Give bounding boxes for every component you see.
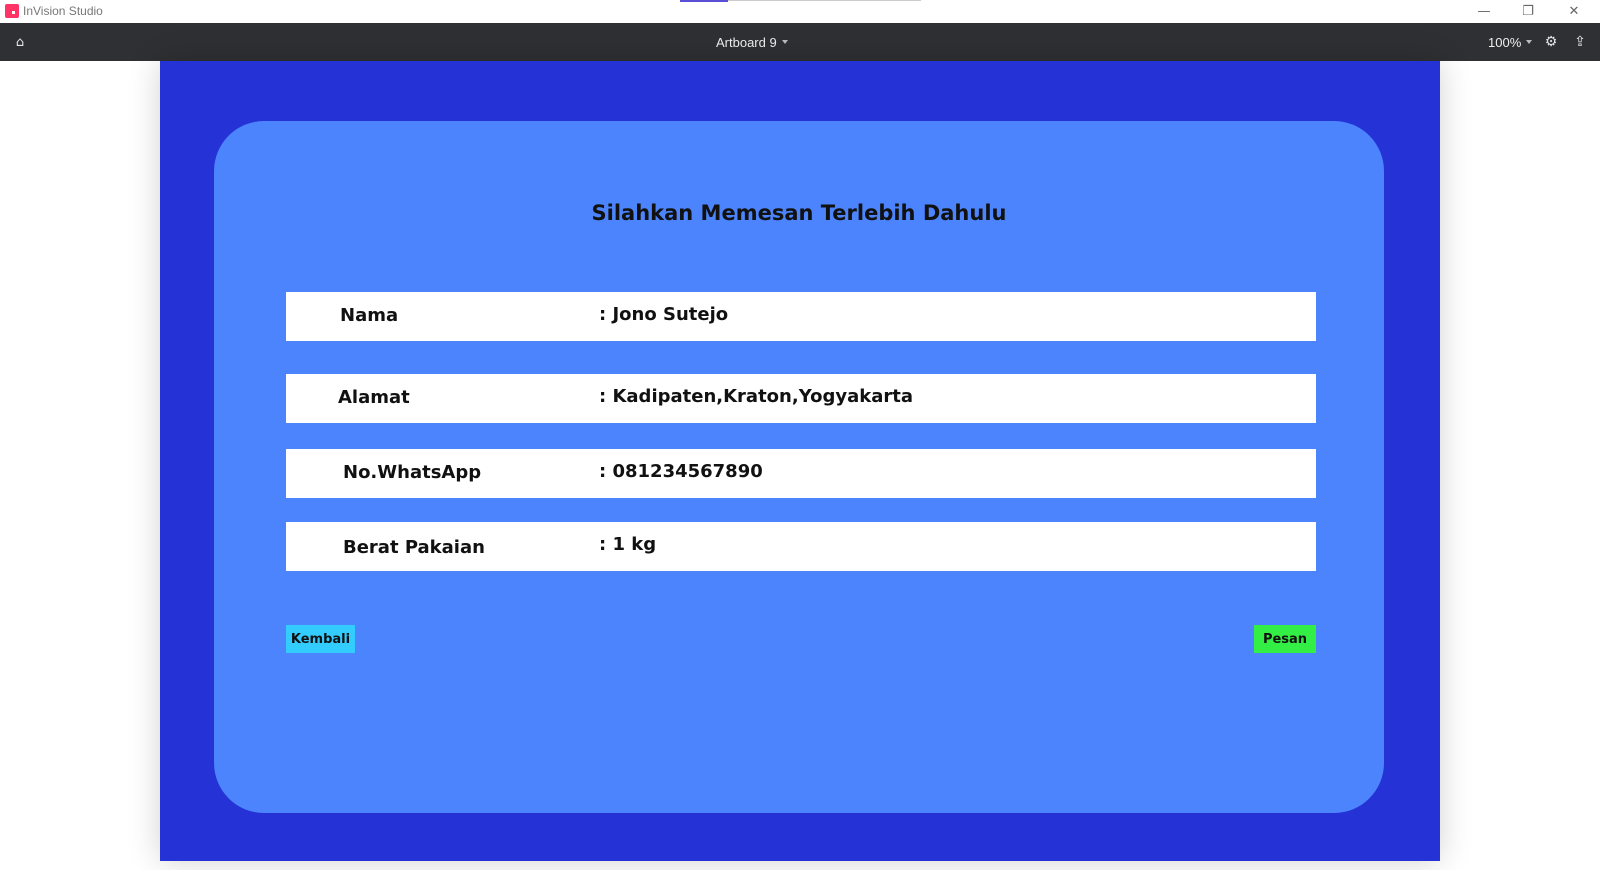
back-button[interactable]: Kembali [286, 625, 355, 653]
close-button[interactable]: ✕ [1552, 0, 1596, 22]
field-label: Alamat [338, 387, 410, 408]
order-card: Silahkan Memesan Terlebih Dahulu Nama : … [214, 121, 1384, 813]
minimize-button[interactable]: — [1462, 0, 1506, 22]
restore-button[interactable]: ❐ [1506, 0, 1550, 22]
field-label: Berat Pakaian [343, 537, 485, 558]
artboard-selector[interactable]: Artboard 9 [716, 32, 788, 52]
home-icon[interactable]: ⌂ [10, 32, 30, 52]
gear-icon[interactable]: ⚙ [1541, 32, 1561, 52]
chevron-down-icon [1526, 40, 1533, 44]
share-icon[interactable]: ⇪ [1570, 32, 1590, 52]
title-tab-indicator [680, 0, 728, 2]
invision-logo-icon [5, 4, 19, 18]
order-button[interactable]: Pesan [1254, 625, 1316, 653]
field-value: : 081234567890 [599, 461, 763, 482]
zoom-selector[interactable]: 100% [1488, 32, 1533, 52]
artboard: Silahkan Memesan Terlebih Dahulu Nama : … [160, 61, 1440, 861]
artboard-label: Artboard 9 [716, 34, 777, 50]
field-value: : Jono Sutejo [599, 304, 729, 325]
field-label: No.WhatsApp [343, 462, 482, 483]
page-title: Silahkan Memesan Terlebih Dahulu [591, 201, 1007, 225]
field-value: : Kadipaten,Kraton,Yogyakarta [599, 386, 913, 407]
zoom-label: 100% [1488, 34, 1522, 50]
window-titlebar: InVision Studio — ❐ ✕ [0, 0, 1600, 23]
canvas: Silahkan Memesan Terlebih Dahulu Nama : … [0, 61, 1600, 870]
field-row-weight: Berat Pakaian : 1 kg [286, 522, 1316, 571]
app-toolbar: ⌂ Artboard 9 100% ⚙ ⇪ [0, 23, 1600, 61]
field-row-address: Alamat : Kadipaten,Kraton,Yogyakarta [286, 374, 1316, 423]
field-label: Nama [340, 305, 399, 326]
field-row-name: Nama : Jono Sutejo [286, 292, 1316, 341]
field-value: : 1 kg [599, 534, 657, 555]
chevron-down-icon [781, 40, 788, 44]
app-title: InVision Studio [23, 4, 103, 18]
field-row-whatsapp: No.WhatsApp : 081234567890 [286, 449, 1316, 498]
